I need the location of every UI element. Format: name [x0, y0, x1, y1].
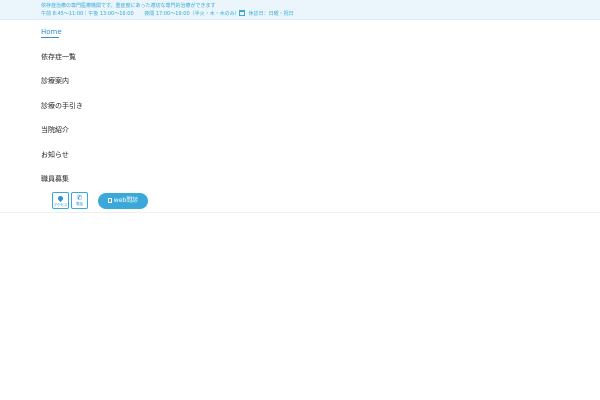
nav-item-news[interactable]: お知らせ [41, 151, 69, 160]
document-icon [107, 198, 112, 203]
access-label: アクセス [53, 203, 68, 207]
hours-day: 午前 8:45～11:00｜午後 13:00～16:00 [41, 11, 134, 17]
nav-item-treatment-handbook[interactable]: 診療の手引き [41, 102, 83, 111]
tagline: 依存症治療の専門医療機関です。重症度にあった適切な専門的治療ができます [41, 3, 216, 9]
nav-home-link[interactable]: Home [41, 28, 62, 37]
phone-icon: ✆ [76, 194, 83, 202]
nav-item-addiction-list[interactable]: 依存症一覧 [41, 53, 76, 62]
holiday-text: 休診日：日曜・祝日 [248, 11, 294, 17]
nav-item-medical-guide[interactable]: 診療案内 [41, 77, 69, 86]
holiday-info: 休診日：日曜・祝日 [239, 10, 294, 18]
access-button[interactable]: アクセス [52, 192, 69, 209]
main-navigation: Home 依存症一覧 診療案内 診療の手引き 当院紹介 お知らせ 職員募集 アク… [0, 20, 600, 212]
calendar-icon [239, 10, 245, 16]
web-consultation-button[interactable]: web問診 [98, 193, 148, 209]
web-consultation-label: web問診 [113, 197, 139, 204]
business-hours: 午前 8:45～11:00｜午後 13:00～16:00 夜間 17:00～19… [41, 11, 240, 17]
top-info-bar: 依存症治療の専門医療機関です。重症度にあった適切な専門的治療ができます 午前 8… [0, 0, 600, 20]
hours-evening: 夜間 17:00～19:00（半火・木・木のみ） [144, 11, 240, 17]
home-underline [41, 37, 59, 38]
phone-label: 電話 [76, 202, 83, 206]
page-content-area [0, 213, 600, 400]
nav-item-recruitment[interactable]: 職員募集 [41, 175, 69, 184]
map-pin-icon [53, 194, 68, 203]
phone-button[interactable]: ✆ 電話 [71, 192, 88, 209]
nav-item-about-clinic[interactable]: 当院紹介 [41, 126, 69, 135]
